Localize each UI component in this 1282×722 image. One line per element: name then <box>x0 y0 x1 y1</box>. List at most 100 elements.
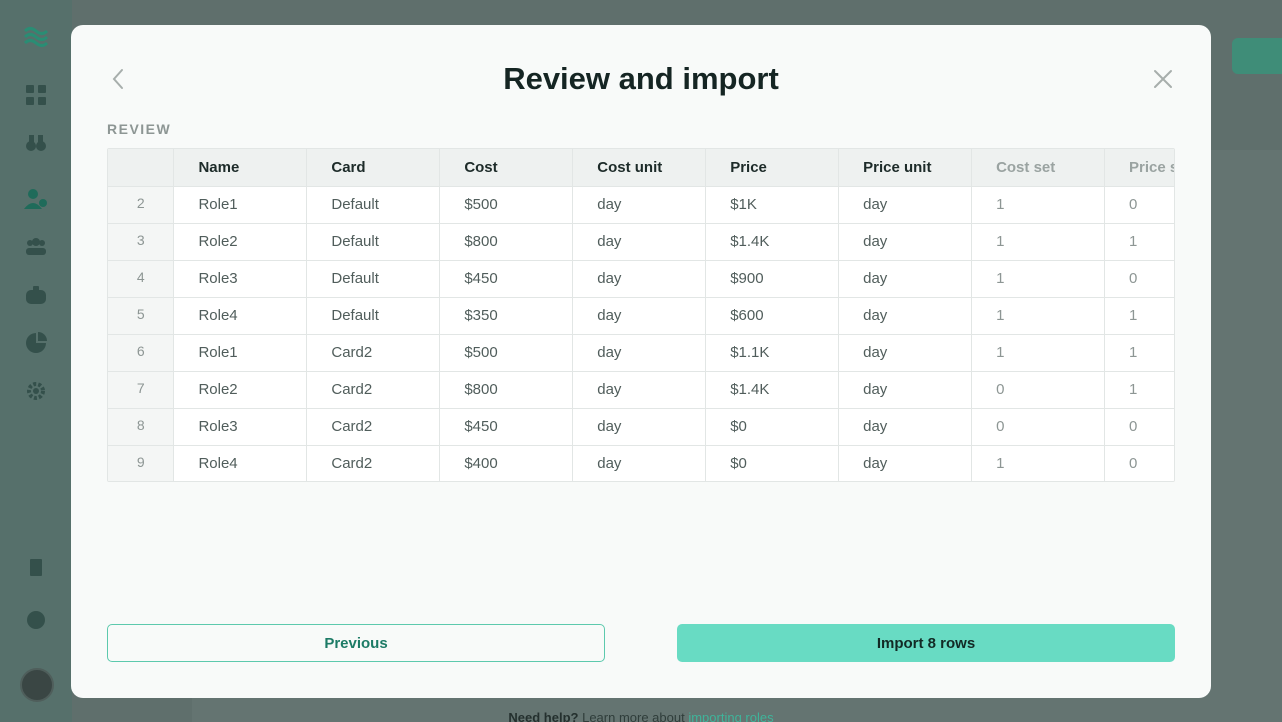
table-cell: Role3 <box>173 260 308 298</box>
review-table-container[interactable]: Name Card Cost Cost unit Price Price unit Cost… <box>107 148 1175 482</box>
table-row: 5 Role4 Default $350 day $600 day 1 1 <box>108 297 1174 335</box>
table-cell: Role4 <box>173 445 308 481</box>
row-index: 4 <box>108 260 175 298</box>
previous-button[interactable]: Previous <box>107 624 605 662</box>
table-cell: $350 <box>439 297 574 335</box>
dashboard-icon[interactable] <box>24 83 48 107</box>
table-cell: Role4 <box>173 297 308 335</box>
table-cell: day <box>572 445 707 481</box>
help-icon[interactable] <box>24 608 48 632</box>
table-cell: day <box>572 223 707 261</box>
row-index: 5 <box>108 297 175 335</box>
table-cell: $800 <box>439 223 574 261</box>
table-cell: $800 <box>439 371 574 409</box>
column-header: Price unit <box>838 149 973 187</box>
table-cell: $0 <box>705 445 840 481</box>
table-row: 2 Role1 Default $500 day $1K day 1 0 <box>108 186 1174 224</box>
chart-icon[interactable] <box>24 331 48 355</box>
table-cell: 1 <box>971 445 1105 481</box>
table-cell: Role2 <box>173 223 308 261</box>
table-row: 4 Role3 Default $450 day $900 day 1 0 <box>108 260 1174 298</box>
table-cell: day <box>838 371 973 409</box>
avatar[interactable] <box>20 668 54 702</box>
table-cell: $500 <box>439 186 574 224</box>
table-cell: day <box>838 297 973 335</box>
column-header: Cost unit <box>572 149 707 187</box>
close-icon <box>1154 70 1172 88</box>
table-cell: $0 <box>705 408 840 446</box>
modal-title: Review and import <box>503 61 779 96</box>
table-cell: $1.1K <box>705 334 840 372</box>
table-cell: $450 <box>439 408 574 446</box>
row-index: 2 <box>108 186 175 224</box>
table-cell: $450 <box>439 260 574 298</box>
table-cell: 0 <box>971 408 1105 446</box>
table-cell: Default <box>306 223 441 261</box>
table-cell: 1 <box>1104 334 1174 372</box>
table-cell: $1.4K <box>705 223 840 261</box>
binoculars-icon[interactable] <box>24 131 48 155</box>
table-cell: 1 <box>971 223 1105 261</box>
table-cell: day <box>838 334 973 372</box>
table-cell: day <box>572 260 707 298</box>
table-header-row: Name Card Cost Cost unit Price Price unit Cost… <box>108 149 1174 187</box>
table-row: 9 Role4 Card2 $400 day $0 day 1 0 <box>108 445 1174 481</box>
table-row: 8 Role3 Card2 $450 day $0 day 0 0 <box>108 408 1174 446</box>
table-cell: Role2 <box>173 371 308 409</box>
table-cell: Card2 <box>306 408 441 446</box>
table-row: 7 Role2 Card2 $800 day $1.4K day 0 1 <box>108 371 1174 409</box>
column-header: Card <box>306 149 441 187</box>
column-header: Cost set <box>971 149 1105 187</box>
table-cell: 1 <box>1104 371 1174 409</box>
table-cell: Role1 <box>173 334 308 372</box>
table-cell: Card2 <box>306 445 441 481</box>
sidebar <box>0 0 72 722</box>
table-cell: day <box>838 260 973 298</box>
column-header: Cost <box>439 149 574 187</box>
table-cell: Default <box>306 186 441 224</box>
help-link[interactable]: importing roles <box>688 710 773 722</box>
row-index: 3 <box>108 223 175 261</box>
table-cell: $900 <box>705 260 840 298</box>
table-cell: 1 <box>1104 297 1174 335</box>
table-cell: 0 <box>1104 260 1174 298</box>
review-table: Name Card Cost Cost unit Price Price unit Cost… <box>108 149 1174 481</box>
help-text: Learn more about <box>582 710 685 722</box>
close-button[interactable] <box>1153 67 1173 91</box>
table-cell: 1 <box>971 297 1105 335</box>
table-cell: Card2 <box>306 371 441 409</box>
row-index: 9 <box>108 445 175 481</box>
table-cell: day <box>838 408 973 446</box>
section-label: REVIEW <box>107 121 172 137</box>
table-cell: $400 <box>439 445 574 481</box>
table-cell: day <box>838 186 973 224</box>
table-cell: Default <box>306 297 441 335</box>
table-cell: Role3 <box>173 408 308 446</box>
table-cell: day <box>572 408 707 446</box>
table-cell: day <box>572 334 707 372</box>
table-cell: day <box>838 445 973 481</box>
briefcase-icon[interactable] <box>24 283 48 307</box>
review-import-modal: Review and import REVIEW Name Card Cost Cos… <box>71 25 1211 698</box>
table-cell: 0 <box>1104 445 1174 481</box>
book-icon[interactable] <box>24 556 48 580</box>
table-cell: 1 <box>1104 223 1174 261</box>
table-cell: day <box>838 223 973 261</box>
table-cell: 0 <box>1104 408 1174 446</box>
team-icon[interactable] <box>24 235 48 259</box>
row-index: 8 <box>108 408 175 446</box>
background-help-text: Need help? Learn more about importing ro… <box>0 710 1282 722</box>
import-rows-button[interactable]: Import 8 rows <box>677 624 1175 662</box>
table-cell: $1.4K <box>705 371 840 409</box>
logo-icon <box>24 24 48 48</box>
table-cell: 0 <box>1104 186 1174 224</box>
table-cell: Card2 <box>306 334 441 372</box>
row-index: 7 <box>108 371 175 409</box>
settings-icon[interactable] <box>24 379 48 403</box>
row-index-header <box>108 149 175 187</box>
table-row: 3 Role2 Default $800 day $1.4K day 1 1 <box>108 223 1174 261</box>
user-roles-icon[interactable] <box>24 187 48 211</box>
table-cell: Default <box>306 260 441 298</box>
table-cell: Role1 <box>173 186 308 224</box>
table-cell: day <box>572 297 707 335</box>
